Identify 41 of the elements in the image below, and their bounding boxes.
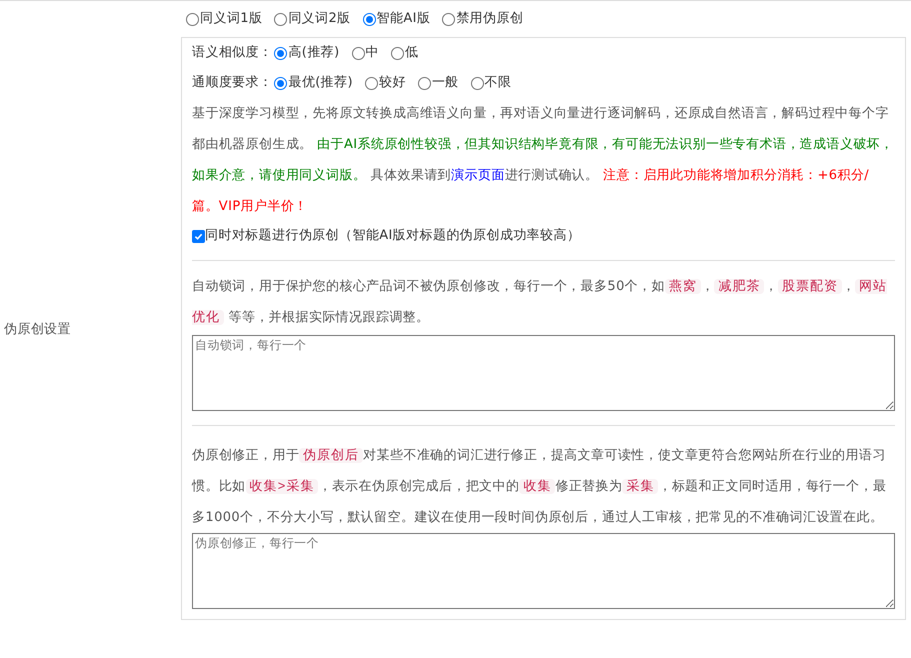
code-term: 伪原创后: [299, 448, 364, 463]
radio-button[interactable]: [274, 12, 288, 26]
radio-label: 禁用伪原创: [456, 10, 524, 28]
checkbox-label: 同时对标题进行伪原创（智能AI版对标题的伪原创成功率较高）: [205, 227, 580, 246]
correction-description: 伪原创修正，用于 伪原创后 对某些不准确的词汇进行修正，提高文章可读性，使文章更符合您网站所在行业的用语习惯。比如 收集>采集 ，表示在伪原创完成后，把文中的 收集 修正替换为 采集 ，标题和正文同时适用，每行一个，最多1000个，不分大小写，默认留空。建议在使用一段时间伪原创后，通过人工审核，把常见的不准确词汇设置在此。: [192, 447, 888, 527]
radio-label: 低: [404, 44, 418, 62]
lock-words-field[interactable]: 自动锁词，每行一个: [192, 335, 895, 411]
radio-button[interactable]: [352, 46, 365, 60]
radio-label: 较好: [378, 74, 406, 92]
radio-button[interactable]: [362, 12, 376, 26]
option-label: 通顺度要求：: [192, 74, 272, 92]
check-icon: [194, 232, 203, 240]
radio-button[interactable]: [418, 76, 431, 90]
correction-field[interactable]: 伪原创修正，每行一个: [192, 533, 895, 609]
radio-label: 最优(推荐): [288, 74, 353, 92]
radio-button[interactable]: [442, 12, 456, 26]
lock-words-description: 自动锁词，用于保护您的核心产品词不被伪原创修改，每行一个，最多50个，如 燕窝 ， 减肥茶 ， 股票配资 ， 网站优化 等等，并根据实际情况跟踪调整。: [192, 278, 888, 327]
code-term: 采集: [622, 479, 658, 494]
radio-label: 中: [366, 44, 379, 62]
field-label: 伪原创设置: [4, 320, 71, 339]
option-label: 语义相似度：: [192, 44, 272, 62]
radio-label: 智能AI版: [376, 10, 430, 28]
radio-label: 一般: [432, 74, 459, 92]
code-term: 收集>采集: [246, 479, 318, 494]
checkbox[interactable]: [192, 230, 205, 242]
radio-button[interactable]: [274, 76, 288, 90]
radio-label: 同义词1版: [200, 10, 262, 28]
ai-description: 基于深度学习模型，先将原文转换成高维语义向量，再对语义向量进行逐词解码，还原成自然语言，解码过程中每个字都由机器原创生成。 由于AI系统原创性较强，但其知识结构毕竟有限，有可能无法识别一些专有术语，造成语义破坏，如果介意，请使用同义词版。 具体效果请到演示页面进行测试确认。 注意：启用此功能将增加积分消耗：+6积分/篇。VIP用户半价！: [192, 105, 894, 216]
radio-button[interactable]: [274, 46, 288, 60]
code-term: 减肥茶: [714, 279, 764, 294]
demo-page-link[interactable]: 演示页面: [451, 168, 505, 183]
radio-button[interactable]: [364, 76, 378, 90]
code-term: 股票配资: [778, 279, 842, 294]
radio-label: 高(推荐): [288, 44, 340, 62]
radio-button[interactable]: [390, 46, 404, 60]
code-term: 收集: [519, 479, 556, 494]
radio-button[interactable]: [470, 76, 484, 90]
radio-label: 不限: [484, 74, 512, 92]
code-term: 燕窝: [664, 279, 701, 294]
radio-button[interactable]: [186, 12, 199, 26]
radio-label: 同义词2版: [288, 10, 351, 28]
